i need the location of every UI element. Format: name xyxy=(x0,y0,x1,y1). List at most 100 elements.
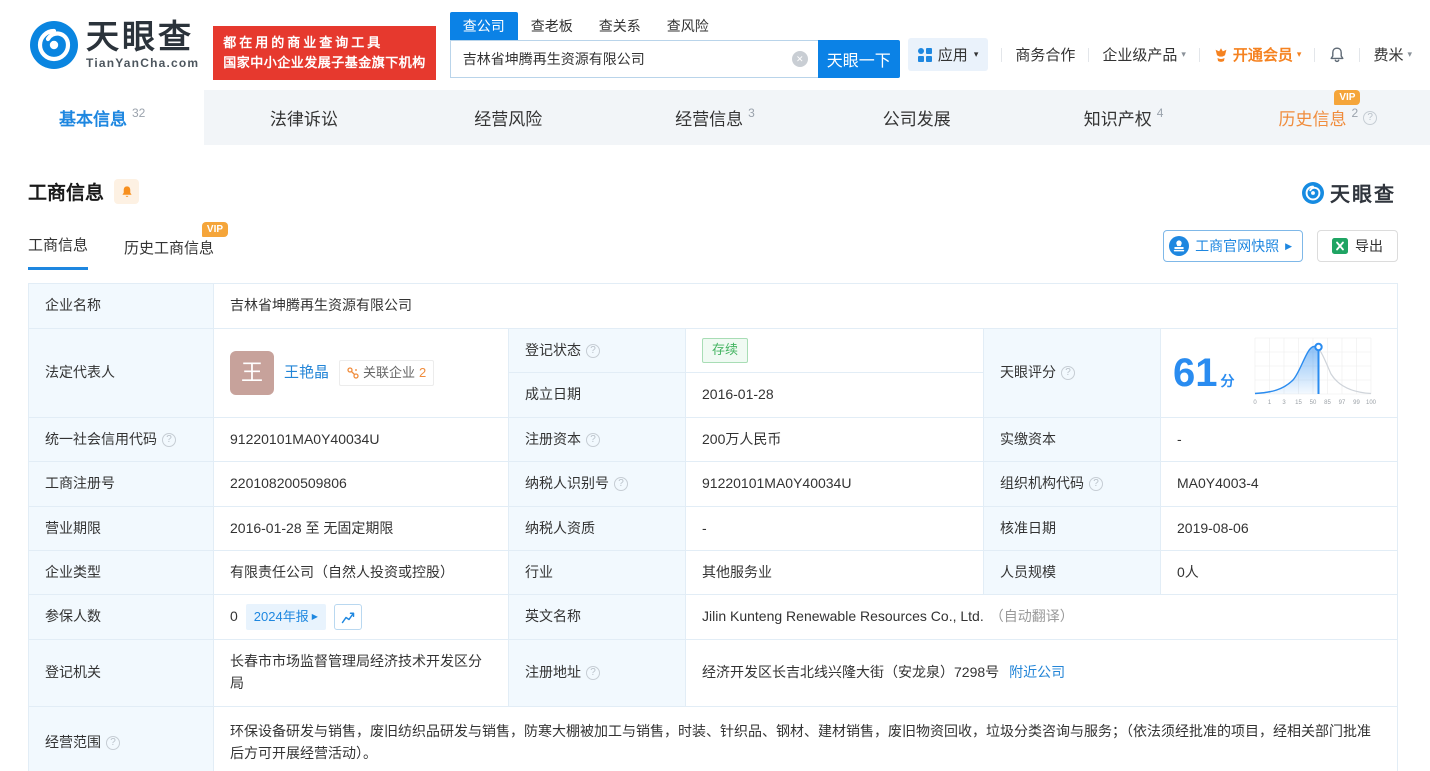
help-icon[interactable]: ? xyxy=(586,344,600,358)
nav-user-menu[interactable]: 费米 ▾ xyxy=(1373,44,1412,65)
insured-count: 0 xyxy=(230,606,238,628)
nav-cooperation[interactable]: 商务合作 xyxy=(1015,44,1075,65)
tab-label: 经营风险 xyxy=(474,105,542,130)
top-header: 天眼查 TianYanCha.com 都在用的商业查询工具 国家中小企业发展子基… xyxy=(0,0,1430,90)
official-snapshot-button[interactable]: 工商官网快照 ▶ xyxy=(1163,230,1303,262)
nearby-companies-link[interactable]: 附近公司 xyxy=(1009,662,1065,684)
tab-operation-risk[interactable]: 经营风险 xyxy=(409,90,613,145)
notifications-bell[interactable] xyxy=(1328,46,1346,64)
field-label-industry: 行业 xyxy=(509,551,686,595)
apps-grid-icon xyxy=(918,48,932,62)
search-tab-relation[interactable]: 查关系 xyxy=(586,12,654,40)
tab-intellectual-property[interactable]: 知识产权 4 xyxy=(1021,90,1225,145)
svg-text:15: 15 xyxy=(1295,400,1302,406)
snapshot-label: 工商官网快照 xyxy=(1195,236,1279,256)
help-icon[interactable]: ? xyxy=(106,736,120,750)
tab-basic-info[interactable]: 基本信息32 xyxy=(0,90,204,145)
legal-rep-link[interactable]: 王艳晶 xyxy=(284,361,329,384)
apps-label: 应用 xyxy=(938,44,968,65)
business-info-table: 企业名称 吉林省坤腾再生资源有限公司 法定代表人 王 王艳晶 关联企业 2 xyxy=(28,283,1398,771)
help-icon[interactable]: ? xyxy=(1089,477,1103,491)
insured-trend-button[interactable] xyxy=(334,604,362,630)
tab-label: 公司发展 xyxy=(883,105,951,130)
tab-label: 知识产权 xyxy=(1084,105,1152,130)
field-value-company-name: 吉林省坤腾再生资源有限公司 xyxy=(214,284,1398,329)
svg-text:99: 99 xyxy=(1353,400,1360,406)
status-date-subgrid: 登记状态? 存续 成立日期 2016-01-28 xyxy=(509,329,984,418)
tab-company-development[interactable]: 公司发展 xyxy=(817,90,1021,145)
tab-operation-info[interactable]: 经营信息3 xyxy=(613,90,817,145)
divider xyxy=(1001,48,1002,62)
search-tab-risk[interactable]: 查风险 xyxy=(654,12,722,40)
divider xyxy=(1314,48,1315,62)
help-icon[interactable]: ? xyxy=(586,666,600,680)
slogan-line1: 都在用的商业查询工具 xyxy=(223,33,426,53)
brand-domain: TianYanCha.com xyxy=(86,56,199,70)
arrow-right-icon: ▶ xyxy=(312,611,318,623)
field-value-org-code: MA0Y4003-4 xyxy=(1161,462,1398,507)
vip-badge: VIP xyxy=(1334,90,1360,105)
tianyancha-logo[interactable]: 天眼查 TianYanCha.com xyxy=(30,20,199,70)
export-button[interactable]: 导出 xyxy=(1317,230,1398,262)
field-label-address: 注册地址? xyxy=(509,640,686,707)
field-label-taxpayer-id: 纳税人识别号? xyxy=(509,462,686,507)
search-button[interactable]: 天眼一下 xyxy=(818,40,900,78)
section-head: 工商信息 天眼查 xyxy=(28,178,1398,205)
auto-translate-note: （自动翻译） xyxy=(990,606,1074,628)
field-value-english-name: Jilin Kunteng Renewable Resources Co., L… xyxy=(686,595,1398,640)
help-icon[interactable]: ? xyxy=(1061,366,1075,380)
clear-icon[interactable]: ✕ xyxy=(792,51,808,67)
tab-label: 法律诉讼 xyxy=(270,105,338,130)
avatar[interactable]: 王 xyxy=(230,351,274,395)
field-label-taxpayer-quali: 纳税人资质 xyxy=(509,507,686,551)
bell-icon xyxy=(1328,46,1346,64)
nav-open-vip[interactable]: 开通会员 ▾ xyxy=(1213,44,1302,65)
help-icon[interactable]: ? xyxy=(162,433,176,447)
field-value-establish-date: 2016-01-28 xyxy=(686,373,983,417)
field-value-paid-capital: - xyxy=(1161,418,1398,462)
apps-menu[interactable]: 应用 ▾ xyxy=(908,38,989,71)
tab-count: 32 xyxy=(132,106,145,120)
field-label-establish-date: 成立日期 xyxy=(509,373,686,417)
search-tab-boss[interactable]: 查老板 xyxy=(518,12,586,40)
chevron-down-icon: ▾ xyxy=(1407,49,1412,60)
tab-count: 4 xyxy=(1157,106,1164,120)
related-companies-badge[interactable]: 关联企业 2 xyxy=(339,360,434,386)
svg-text:100: 100 xyxy=(1365,400,1376,406)
monitor-bell-button[interactable] xyxy=(114,179,139,204)
field-value-approved-date: 2019-08-06 xyxy=(1161,507,1398,551)
search-input[interactable] xyxy=(450,40,818,78)
chevron-down-icon: ▾ xyxy=(1297,49,1302,60)
field-label-approved-date: 核准日期 xyxy=(984,507,1161,551)
subtab-business-info[interactable]: 工商信息 xyxy=(28,234,88,270)
field-label-reg-capital: 注册资本? xyxy=(509,418,686,462)
field-label-reg-authority: 登记机关 xyxy=(29,640,214,707)
nav-username: 费米 xyxy=(1373,44,1403,65)
nav-enterprise-products[interactable]: 企业级产品 ▾ xyxy=(1102,44,1186,65)
field-label-business-scope: 经营范围? xyxy=(29,707,214,771)
nav-vip-label: 开通会员 xyxy=(1233,44,1293,65)
tab-history-info[interactable]: 历史信息 VIP 2 ? xyxy=(1226,90,1430,145)
field-value-business-term: 2016-01-28 至 无固定期限 xyxy=(214,507,509,551)
slogan-line2: 国家中小企业发展子基金旗下机构 xyxy=(223,53,426,73)
field-label-insured: 参保人数 xyxy=(29,595,214,640)
english-name: Jilin Kunteng Renewable Resources Co., L… xyxy=(702,606,984,628)
address-text: 经济开发区长吉北线兴隆大街（安龙泉）7298号 xyxy=(702,662,999,684)
main-content: 工商信息 天眼查 工商信息 历 xyxy=(0,178,1430,771)
search-tab-company[interactable]: 查公司 xyxy=(450,12,518,40)
excel-icon xyxy=(1332,238,1348,254)
related-count: 2 xyxy=(419,363,426,383)
network-icon xyxy=(347,367,359,379)
stamp-icon xyxy=(1169,236,1189,256)
field-value-taxpayer-id: 91220101MA0Y40034U xyxy=(686,462,984,507)
help-icon[interactable]: ? xyxy=(614,477,628,491)
svg-text:85: 85 xyxy=(1324,400,1331,406)
field-value-staff-size: 0人 xyxy=(1161,551,1398,595)
watermark-logo: 天眼查 xyxy=(1302,178,1396,207)
subtab-history-business-info[interactable]: 历史工商信息 VIP xyxy=(124,237,214,270)
help-icon[interactable]: ? xyxy=(1363,111,1377,125)
tianyancha-logo-icon xyxy=(30,21,78,69)
annual-report-badge[interactable]: 2024年报 ▶ xyxy=(246,604,326,630)
tab-legal-litigation[interactable]: 法律诉讼 xyxy=(204,90,408,145)
help-icon[interactable]: ? xyxy=(586,433,600,447)
